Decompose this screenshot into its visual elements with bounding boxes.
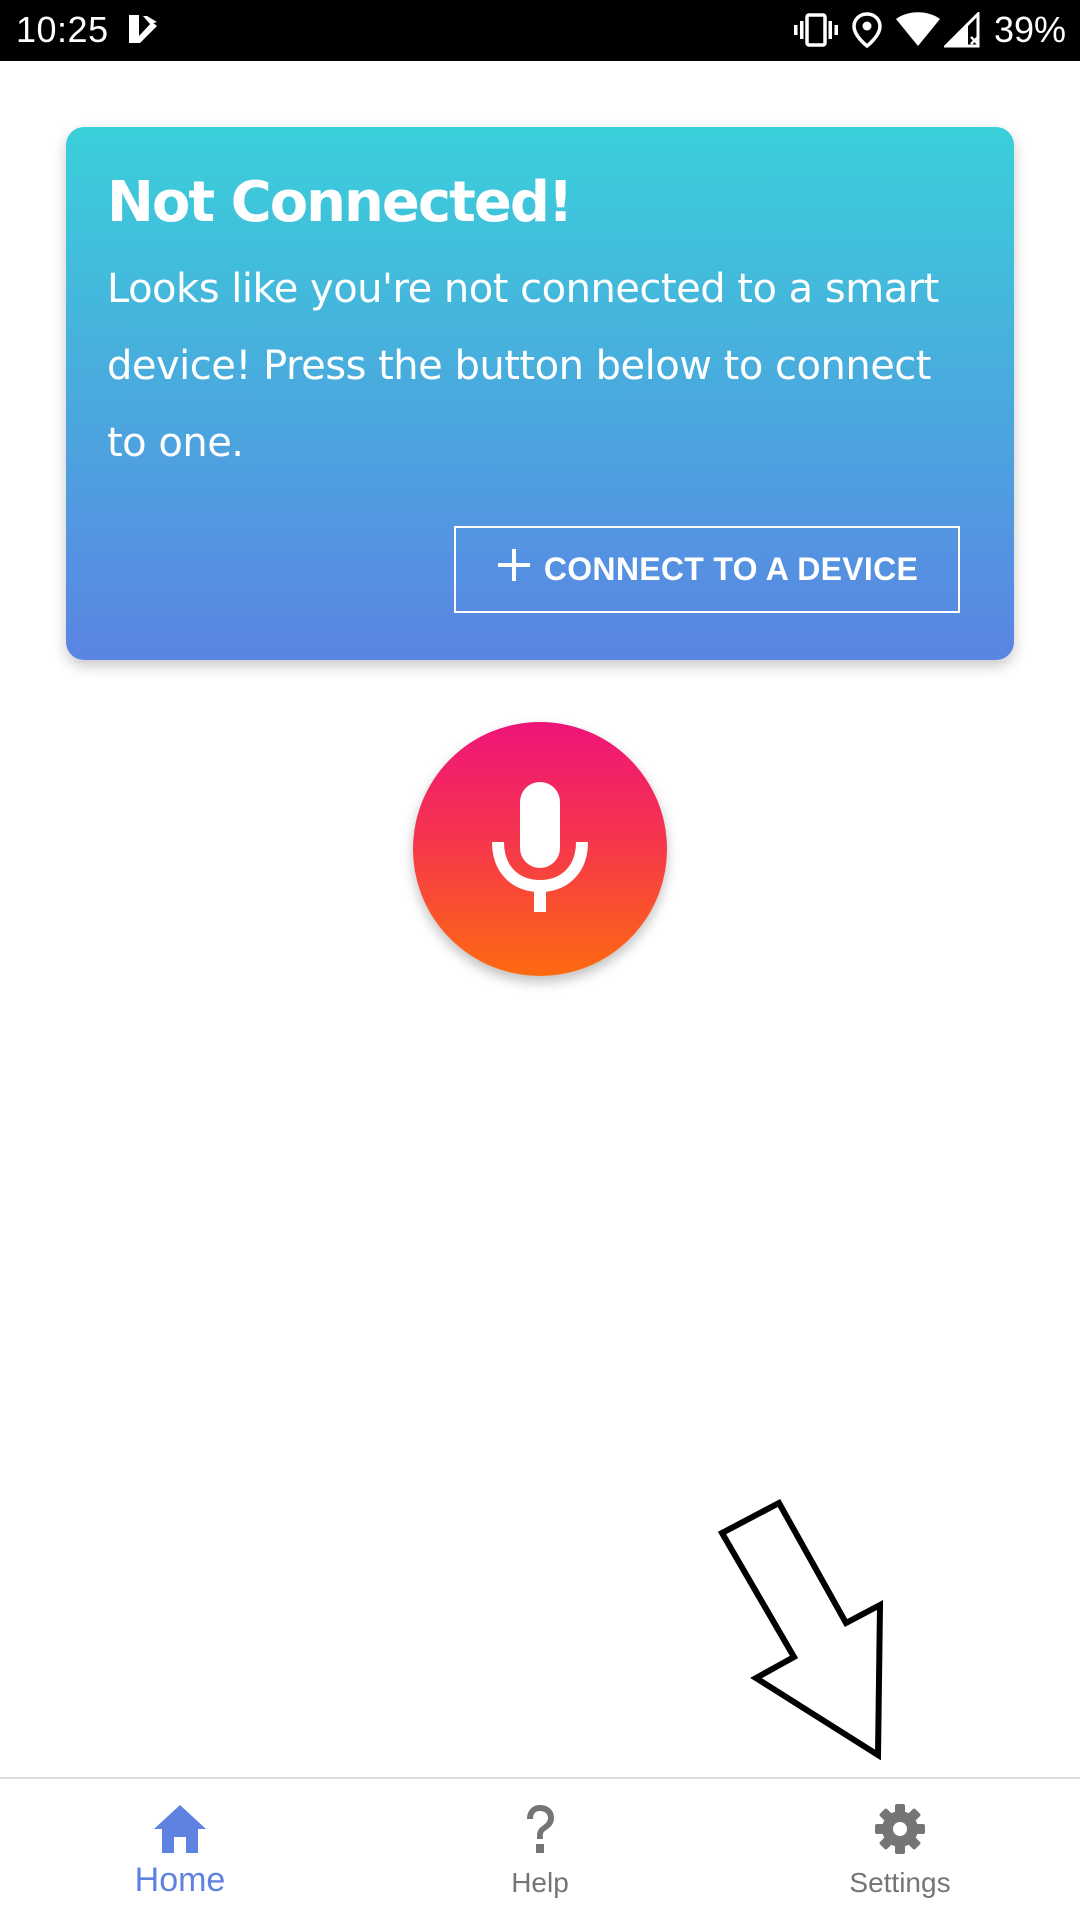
- nav-label-help: Help: [511, 1867, 569, 1898]
- help-icon: [512, 1801, 568, 1857]
- status-bar: 10:25 39%: [0, 0, 1080, 61]
- connect-device-button[interactable]: CONNECT TO A DEVICE: [454, 526, 960, 613]
- connect-device-label: CONNECT TO A DEVICE: [543, 551, 919, 587]
- wifi-icon: [895, 12, 940, 48]
- cell-signal-icon: [943, 12, 980, 48]
- arrow-pointing-down-right-icon: [700, 1480, 900, 1761]
- location-icon: [852, 12, 882, 48]
- plus-icon: [496, 544, 532, 592]
- card-title: Not Connected!: [107, 170, 573, 235]
- vibrate-icon: [793, 12, 838, 48]
- bottom-navigation: Home Help Settings: [0, 1777, 1080, 1920]
- status-time: 10:25: [16, 9, 109, 50]
- battery-percentage: 39%: [993, 9, 1066, 50]
- microphone-icon: [492, 781, 588, 917]
- nav-item-settings[interactable]: Settings: [720, 1779, 1080, 1920]
- home-icon: [152, 1801, 208, 1857]
- nav-item-home[interactable]: Home: [0, 1779, 360, 1920]
- microphone-button[interactable]: [413, 722, 667, 976]
- app-notification-icon: [126, 12, 160, 46]
- nav-label-home: Home: [134, 1861, 226, 1899]
- nav-label-settings: Settings: [849, 1867, 951, 1898]
- not-connected-card: Not Connected! Looks like you're not con…: [66, 127, 1014, 660]
- nav-item-help[interactable]: Help: [360, 1779, 720, 1920]
- gear-icon: [872, 1801, 928, 1857]
- card-message: Looks like you're not connected to a sma…: [107, 266, 939, 466]
- status-icons: 39%: [793, 8, 1066, 52]
